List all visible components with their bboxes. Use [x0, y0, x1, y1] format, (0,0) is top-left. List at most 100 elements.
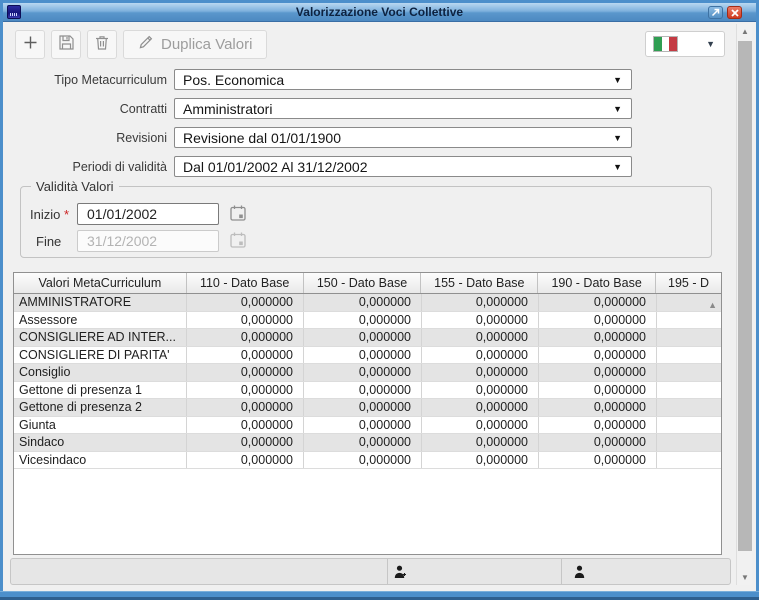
value-cell[interactable]: 0,000000 [186, 382, 303, 399]
start-date-calendar-button[interactable] [228, 204, 248, 224]
table-row[interactable]: Sindaco0,0000000,0000000,0000000,000000 [14, 434, 721, 452]
filter-row: Contratti Amministratori ▼ [0, 98, 632, 119]
table-row[interactable]: CONSIGLIERE AD INTER...0,0000000,0000000… [14, 329, 721, 347]
value-cell[interactable]: 0,000000 [538, 329, 656, 346]
filter-label: Tipo Metacurriculum [0, 73, 174, 87]
table-row[interactable]: Vicesindaco0,0000000,0000000,0000000,000… [14, 452, 721, 470]
save-icon [58, 34, 75, 56]
value-cell[interactable]: 0,000000 [186, 399, 303, 416]
value-cell[interactable]: 0,000000 [538, 364, 656, 381]
validity-legend: Validità Valori [31, 179, 119, 194]
italian-flag-icon [653, 36, 678, 52]
value-cell[interactable]: 0,000000 [303, 434, 421, 451]
required-marker: * [64, 207, 69, 222]
filter-selected-value: Amministratori [175, 101, 272, 117]
value-cell[interactable]: 0,000000 [186, 452, 303, 469]
column-header: 190 - Dato Base [537, 273, 655, 293]
value-cell[interactable]: 0,000000 [186, 434, 303, 451]
scroll-down-button[interactable]: ▼ [737, 570, 753, 585]
table-row[interactable]: Gettone di presenza 20,0000000,0000000,0… [14, 399, 721, 417]
start-date-label: Inizio * [21, 207, 77, 222]
table-row[interactable]: Consiglio0,0000000,0000000,0000000,00000… [14, 364, 721, 382]
value-cell[interactable]: 0,000000 [421, 434, 538, 451]
start-date-input[interactable] [77, 203, 219, 225]
language-select[interactable]: ▼ [645, 31, 725, 57]
value-cell[interactable]: 0,000000 [303, 312, 421, 329]
user-edit-icon [574, 565, 585, 584]
table-row[interactable]: AMMINISTRATORE0,0000000,0000000,0000000,… [14, 294, 721, 312]
value-cell[interactable]: 0,000000 [421, 294, 538, 311]
column-header: 195 - D [655, 273, 721, 293]
filter-form: Tipo Metacurriculum Pos. Economica ▼ Con… [0, 69, 632, 185]
table-row[interactable]: Gettone di presenza 10,0000000,0000000,0… [14, 382, 721, 400]
grid-header: Valori MetaCurriculum110 - Dato Base150 … [14, 273, 721, 294]
value-cell[interactable]: 0,000000 [421, 452, 538, 469]
row-name-cell: Consiglio [14, 364, 186, 381]
value-cell[interactable]: 0,000000 [186, 312, 303, 329]
user-insert-icon [394, 565, 407, 584]
filter-label: Periodi di validità [0, 160, 174, 174]
column-header: Valori MetaCurriculum [14, 273, 186, 293]
value-cell[interactable]: 0,000000 [421, 382, 538, 399]
filter-dropdown[interactable]: Dal 01/01/2002 Al 31/12/2002 ▼ [174, 156, 632, 177]
save-button[interactable] [51, 30, 81, 59]
add-icon [23, 35, 38, 55]
value-cell[interactable]: 0,000000 [303, 417, 421, 434]
window-bottom-border [0, 591, 759, 600]
value-cell[interactable]: 0,000000 [538, 347, 656, 364]
value-cell[interactable]: 0,000000 [303, 452, 421, 469]
value-cell[interactable]: 0,000000 [421, 347, 538, 364]
value-cell[interactable]: 0,000000 [421, 399, 538, 416]
value-cell-empty [656, 434, 721, 451]
filter-selected-value: Dal 01/01/2002 Al 31/12/2002 [175, 159, 368, 175]
grid-scroll-up-icon[interactable]: ▲ [708, 300, 717, 310]
window-title: Valorizzazione Voci Collettive [3, 3, 756, 22]
value-cell[interactable]: 0,000000 [303, 382, 421, 399]
value-cell[interactable]: 0,000000 [303, 294, 421, 311]
value-cell[interactable]: 0,000000 [303, 329, 421, 346]
value-cell[interactable]: 0,000000 [538, 452, 656, 469]
add-button[interactable] [15, 30, 45, 59]
value-cell[interactable]: 0,000000 [186, 417, 303, 434]
value-cell[interactable]: 0,000000 [538, 382, 656, 399]
close-window-button[interactable] [727, 6, 742, 19]
row-name-cell: Giunta [14, 417, 186, 434]
statusbar-divider [387, 559, 388, 584]
value-cell[interactable]: 0,000000 [421, 312, 538, 329]
delete-button[interactable] [87, 30, 117, 59]
trash-icon [94, 34, 110, 56]
value-cell[interactable]: 0,000000 [186, 364, 303, 381]
value-cell[interactable]: 0,000000 [303, 347, 421, 364]
value-cell[interactable]: 0,000000 [421, 417, 538, 434]
scroll-up-button[interactable]: ▲ [737, 24, 753, 39]
table-row[interactable]: Giunta0,0000000,0000000,0000000,000000 [14, 417, 721, 435]
app-window: Valorizzazione Voci Collettive [0, 0, 759, 600]
titlebar: Valorizzazione Voci Collettive [3, 3, 756, 22]
filter-dropdown[interactable]: Pos. Economica ▼ [174, 69, 632, 90]
value-cell[interactable]: 0,000000 [186, 329, 303, 346]
calendar-icon-disabled [229, 231, 247, 252]
value-cell[interactable]: 0,000000 [538, 399, 656, 416]
duplicate-values-button[interactable]: Duplica Valori [123, 30, 267, 59]
value-cell[interactable]: 0,000000 [538, 294, 656, 311]
scrollbar-thumb[interactable] [738, 41, 752, 551]
value-cell[interactable]: 0,000000 [538, 417, 656, 434]
filter-dropdown[interactable]: Revisione dal 01/01/1900 ▼ [174, 127, 632, 148]
value-cell[interactable]: 0,000000 [303, 399, 421, 416]
value-cell[interactable]: 0,000000 [421, 364, 538, 381]
chevron-down-icon: ▼ [613, 75, 631, 85]
value-cell[interactable]: 0,000000 [538, 434, 656, 451]
filter-row: Tipo Metacurriculum Pos. Economica ▼ [0, 69, 632, 90]
table-row[interactable]: CONSIGLIERE DI PARITA'0,0000000,0000000,… [14, 347, 721, 365]
table-row[interactable]: Assessore0,0000000,0000000,0000000,00000… [14, 312, 721, 330]
filter-dropdown[interactable]: Amministratori ▼ [174, 98, 632, 119]
value-cell[interactable]: 0,000000 [186, 294, 303, 311]
row-name-cell: Assessore [14, 312, 186, 329]
value-cell[interactable]: 0,000000 [186, 347, 303, 364]
value-cell[interactable]: 0,000000 [421, 329, 538, 346]
row-name-cell: Vicesindaco [14, 452, 186, 469]
value-cell[interactable]: 0,000000 [538, 312, 656, 329]
restore-window-button[interactable] [708, 6, 723, 19]
value-cell[interactable]: 0,000000 [303, 364, 421, 381]
values-grid: Valori MetaCurriculum110 - Dato Base150 … [13, 272, 722, 555]
